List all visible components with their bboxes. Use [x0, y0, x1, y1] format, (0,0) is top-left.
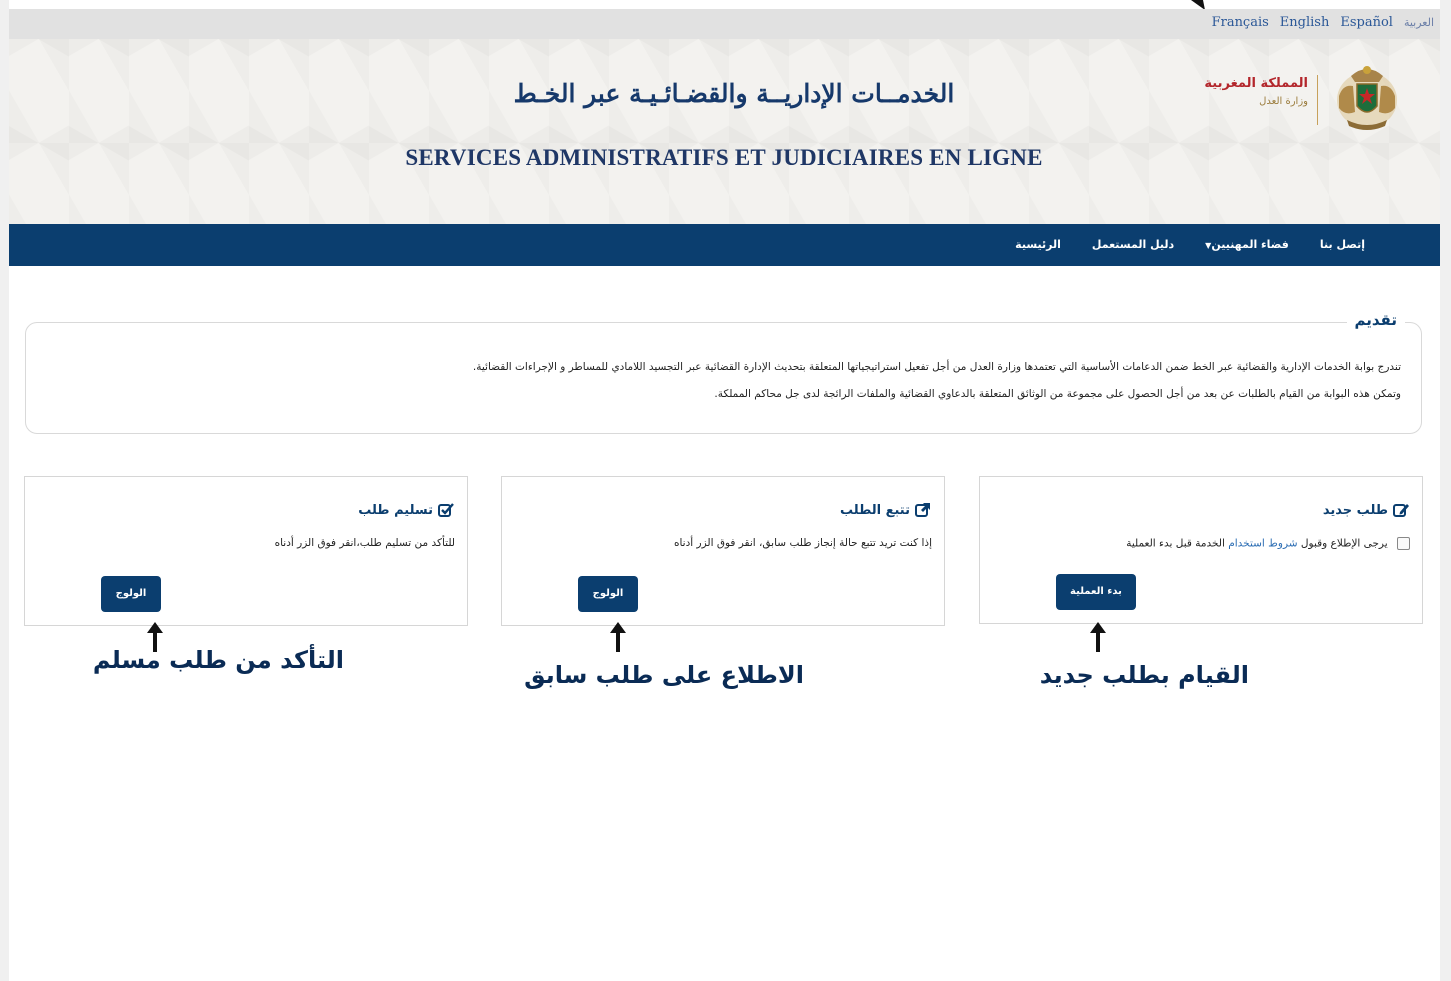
- language-switcher: Français English Español العربية: [1212, 13, 1434, 33]
- language-bar: Français English Español العربية: [9, 9, 1440, 39]
- lang-english-link[interactable]: English: [1280, 13, 1330, 33]
- start-process-button[interactable]: بدء العملية: [1056, 574, 1136, 610]
- track-request-desc: إذا كنت تريد تتبع حالة إنجاز طلب سابق، ا…: [673, 537, 932, 549]
- intro-paragraph-1: تندرج بوابة الخدمات الإدارية والقضائية ع…: [472, 361, 1401, 373]
- coat-of-arms-icon: [1337, 66, 1397, 130]
- nav-home-link[interactable]: الرئيسية: [1015, 224, 1061, 266]
- arrow-up-icon: [1090, 622, 1106, 652]
- nav-menu: الرئيسية دليل المستعمل فضاء المهنيين▼ إت…: [1015, 224, 1365, 266]
- terms-text-before: يرجى الإطلاع وقبول: [1300, 537, 1388, 550]
- intro-paragraph-2: وتمكن هذه البوابة من القيام بالطلبات عن …: [714, 388, 1401, 400]
- new-request-title: طلب جديد: [1323, 501, 1410, 519]
- edit-icon: [1393, 504, 1409, 517]
- terms-checkbox[interactable]: [1397, 537, 1410, 550]
- check-square-icon: [438, 503, 454, 517]
- external-link-icon: [915, 503, 930, 517]
- site-title-arabic: الخدمــات الإداريــة والقضـائـيـة عبر ال…: [513, 79, 955, 108]
- new-request-panel: طلب جديد يرجى الإطلاع وقبول شروط استخدام…: [979, 476, 1423, 624]
- page: Français English Español العربية الخدمــ…: [9, 0, 1440, 981]
- lang-french-link[interactable]: Français: [1212, 13, 1269, 33]
- new-request-title-text: طلب جديد: [1322, 502, 1388, 518]
- caption-delivery: التأكد من طلب مسلم: [92, 646, 344, 674]
- ministry-logo-text: المملكة المغربية وزارة العدل: [1204, 75, 1308, 111]
- delivery-desc: للتأكد من تسليم طلب،انقر فوق الزر أدناه: [274, 537, 455, 549]
- delivery-panel: تسليم طلب للتأكد من تسليم طلب،انقر فوق ا…: [24, 476, 468, 626]
- lang-arabic-link[interactable]: العربية: [1404, 13, 1434, 33]
- new-request-terms: يرجى الإطلاع وقبول شروط استخدام الخدمة ق…: [1126, 537, 1410, 550]
- site-title-french: SERVICES ADMINISTRATIFS ET JUDICIAIRES E…: [405, 145, 1043, 170]
- logo-divider: [1317, 75, 1318, 125]
- nav-user-guide-link[interactable]: دليل المستعمل: [1092, 224, 1174, 266]
- site-header: الخدمــات الإداريــة والقضـائـيـة عبر ال…: [9, 39, 1440, 224]
- ministry-name: وزارة العدل: [1259, 96, 1308, 107]
- intro-legend: تقديم: [1346, 311, 1405, 329]
- lang-spanish-link[interactable]: Español: [1340, 13, 1393, 33]
- kingdom-name: المملكة المغربية: [1204, 76, 1308, 91]
- caption-track-request: الاطلاع على طلب سابق: [524, 661, 804, 689]
- track-request-title-text: تتبع الطلب: [840, 502, 910, 518]
- main-navbar: الرئيسية دليل المستعمل فضاء المهنيين▼ إت…: [9, 224, 1440, 266]
- track-access-button[interactable]: الولوج: [578, 576, 638, 612]
- delivery-access-button[interactable]: الولوج: [101, 576, 161, 612]
- track-request-title: تتبع الطلب: [840, 501, 932, 519]
- terms-text-after: الخدمة قبل بدء العملية: [1126, 537, 1225, 550]
- nav-professionals-label: فضاء المهنيين: [1211, 238, 1289, 251]
- arrow-up-icon: [610, 622, 626, 652]
- caption-new-request: القيام بطلب جديد: [1039, 661, 1249, 689]
- track-request-panel: تتبع الطلب إذا كنت تريد تتبع حالة إنجاز …: [501, 476, 945, 626]
- delivery-title: تسليم طلب: [358, 501, 455, 519]
- delivery-title-text: تسليم طلب: [358, 502, 433, 518]
- terms-of-use-link[interactable]: شروط استخدام: [1228, 538, 1297, 550]
- nav-contact-link[interactable]: إتصل بنا: [1320, 224, 1365, 266]
- intro-section: تقديم تندرج بوابة الخدمات الإدارية والقض…: [25, 311, 1422, 434]
- nav-professionals-dropdown[interactable]: فضاء المهنيين▼: [1205, 224, 1289, 266]
